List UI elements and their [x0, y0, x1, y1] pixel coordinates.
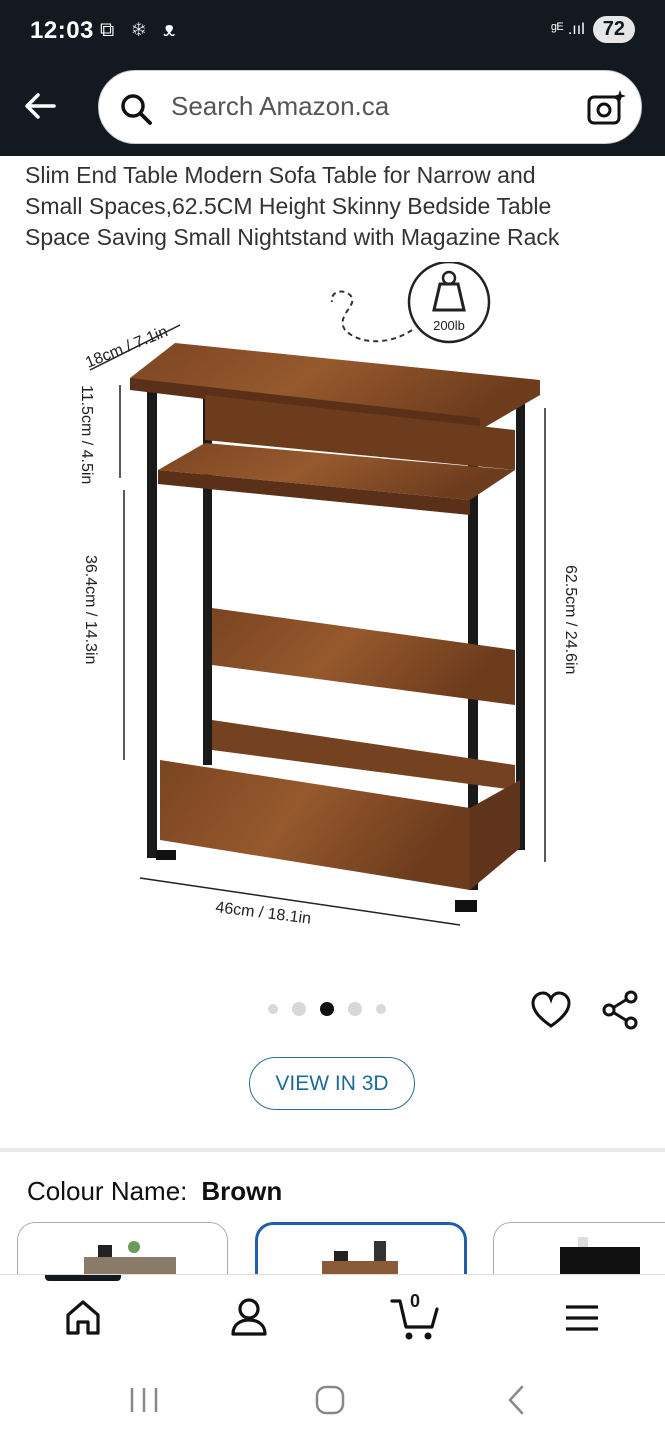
- home-icon[interactable]: [58, 1293, 108, 1343]
- product-title-line: Slim End Table Modern Sofa Table for Nar…: [25, 162, 536, 188]
- dimension-height-label: 62.5cm / 24.6in: [562, 565, 579, 674]
- colour-value: Brown: [201, 1176, 283, 1206]
- status-left-icons: ⧉ ❄ ᴥ: [100, 19, 182, 41]
- battery-indicator: 72: [592, 16, 635, 43]
- product-title-line: Small Spaces,62.5CM Height Skinny Bedsid…: [25, 193, 552, 219]
- home-button-icon[interactable]: [310, 1382, 350, 1418]
- bottom-navigation: 0: [0, 1274, 665, 1361]
- recent-apps-icon[interactable]: [124, 1382, 164, 1418]
- dimension-width-label: 46cm / 18.1in: [215, 899, 312, 928]
- search-input[interactable]: [171, 91, 571, 122]
- carousel-dot[interactable]: [376, 1004, 386, 1014]
- section-divider: [0, 1148, 665, 1152]
- signal-icon: ᵍᴱ .ııl: [550, 20, 585, 38]
- wishlist-heart-icon[interactable]: [530, 990, 572, 1032]
- colour-swatch[interactable]: [17, 1222, 228, 1282]
- dimension-lower-label: 36.4cm / 14.3in: [82, 555, 99, 664]
- share-icon[interactable]: [600, 990, 640, 1030]
- menu-hamburger-icon[interactable]: [557, 1293, 607, 1343]
- image-carousel-dots[interactable]: [268, 1002, 386, 1016]
- carousel-dot[interactable]: [292, 1002, 306, 1016]
- product-image[interactable]: 200lb 18cm / 7.1in 11.5cm / 4.5in 36.4cm…: [70, 262, 610, 952]
- view-in-3d-button[interactable]: VIEW IN 3D: [249, 1057, 415, 1110]
- back-arrow-icon[interactable]: [18, 84, 62, 128]
- search-icon: [121, 94, 152, 125]
- product-title-line: Space Saving Small Nightstand with Magaz…: [25, 224, 560, 250]
- carousel-dot[interactable]: [348, 1002, 362, 1016]
- dimension-shelf-gap-label: 11.5cm / 4.5in: [78, 385, 95, 484]
- weight-badge-label: 200lb: [433, 318, 465, 333]
- active-tab-indicator: [45, 1275, 121, 1281]
- system-navigation-bar: [0, 1360, 665, 1440]
- status-time: 12:03: [30, 17, 94, 44]
- status-right: ᵍᴱ .ııl 72: [551, 16, 635, 43]
- cart-button[interactable]: 0: [390, 1291, 440, 1343]
- colour-swatch[interactable]: [493, 1222, 665, 1282]
- search-box[interactable]: [98, 70, 642, 144]
- status-bar: 12:03 ⧉ ❄ ᴥ ᵍᴱ .ııl 72: [0, 0, 665, 62]
- colour-selector-header: Colour Name: Brown: [27, 1176, 282, 1207]
- carousel-dot[interactable]: [268, 1004, 278, 1014]
- product-title: Slim End Table Modern Sofa Table for Nar…: [25, 160, 645, 253]
- colour-swatch-selected[interactable]: [255, 1222, 467, 1282]
- carousel-dot-active[interactable]: [320, 1002, 334, 1016]
- camera-search-icon[interactable]: [585, 87, 627, 129]
- colour-label: Colour Name:: [27, 1176, 188, 1206]
- account-icon[interactable]: [224, 1293, 274, 1343]
- search-header: [0, 62, 665, 156]
- cart-count-badge: 0: [410, 1291, 421, 1311]
- system-back-icon[interactable]: [496, 1382, 536, 1418]
